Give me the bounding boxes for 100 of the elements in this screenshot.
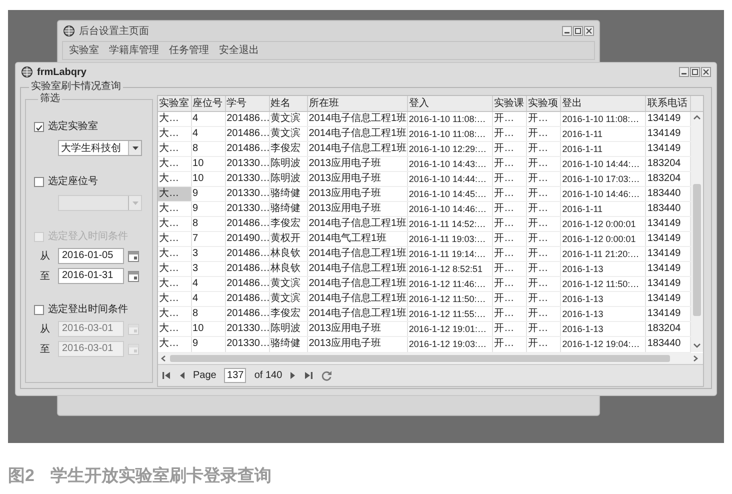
field-label: 至 (39, 270, 51, 284)
table-cell: 2016-1-11 (560, 142, 646, 157)
table-cell: 2016-1-10 11:08:… (560, 112, 646, 127)
table-cell: 大… (158, 322, 192, 337)
refresh-icon[interactable] (321, 370, 332, 381)
last-page-icon[interactable] (304, 370, 314, 380)
table-cell: 2014电子信息工程1班 (307, 306, 408, 322)
column-header[interactable]: 实验项 (526, 96, 561, 112)
column-header[interactable]: 登入 (407, 96, 493, 112)
window-title: frmLabqry (37, 66, 86, 80)
table-cell: 大… (158, 126, 192, 142)
calendar-icon[interactable] (128, 250, 139, 262)
table-cell: 2016-1-11 21:20:… (560, 246, 646, 262)
table-cell: 3 (191, 262, 226, 277)
table-cell: 183440 (646, 336, 691, 352)
figure-number: 图2 (8, 465, 34, 487)
table-cell: 10 (191, 172, 226, 187)
table-cell: 134149 (646, 262, 691, 277)
minimize-icon[interactable] (679, 67, 689, 77)
globe-icon (21, 66, 33, 78)
table-cell: 183440 (646, 186, 691, 202)
minimize-icon[interactable] (562, 26, 572, 36)
table-cell: 183204 (646, 322, 691, 337)
close-icon[interactable] (701, 67, 711, 77)
page-number-field[interactable]: 137 (224, 368, 246, 383)
table-cell: 2016-1-13 (560, 292, 646, 307)
table-cell: 开… (526, 216, 561, 232)
table-cell: 2016-1-11 14:52:… (407, 216, 493, 232)
column-header[interactable]: 联系电话 (646, 96, 691, 112)
table-cell: 2016-1-12 11:50:… (407, 292, 493, 307)
dropdown[interactable]: 大学生科技创 (58, 140, 142, 156)
table-cell: 开… (492, 292, 527, 307)
vertical-scrollbar[interactable] (691, 112, 703, 352)
table-cell: 2016-1-13 (560, 262, 646, 277)
column-header[interactable]: 所在班 (307, 96, 408, 112)
page-count: of 140 (254, 368, 282, 383)
table-cell: 开… (492, 142, 527, 157)
table-cell: 大… (158, 336, 192, 352)
checkbox[interactable] (34, 176, 44, 186)
column-header[interactable]: 学号 (225, 96, 270, 112)
figure-caption: 学生开放实验室刷卡登录查询 (50, 465, 272, 487)
table-cell: 陈明波 (269, 172, 308, 187)
close-icon[interactable] (584, 26, 594, 36)
table-cell: 开… (492, 186, 527, 202)
table-cell: 2016-1-10 14:44:… (407, 172, 493, 187)
menu-item[interactable]: 学籍库管理 (109, 43, 159, 58)
table-cell: 134149 (646, 292, 691, 307)
previous-page-icon[interactable] (179, 370, 185, 380)
table-cell: 开… (492, 216, 527, 232)
table-cell: 8 (191, 216, 226, 232)
table-cell: 9 (191, 186, 226, 202)
table-cell: 2016-1-12 0:00:01 (560, 232, 646, 247)
table-cell: 4 (191, 126, 226, 142)
table-cell: 2016-1-11 (560, 202, 646, 217)
menu-item[interactable]: 任务管理 (169, 43, 209, 58)
table-cell: 骆绮健 (269, 336, 308, 352)
table-cell: 李俊宏 (269, 306, 308, 322)
table-cell: 2014电子信息工程1班 (307, 246, 408, 262)
table-cell: 开… (526, 156, 561, 172)
table-cell: 开… (526, 322, 561, 337)
table-cell: 2016-1-10 14:46:… (407, 202, 493, 217)
column-header[interactable]: 实验室 (158, 96, 192, 112)
table-cell: 134149 (646, 276, 691, 292)
table-cell: 2014电子信息工程1班 (307, 142, 408, 157)
table-cell: 2016-1-11 19:14:… (407, 246, 493, 262)
table-cell: 2013应用电子班 (307, 156, 408, 172)
table-cell: 大… (158, 156, 192, 172)
first-page-icon[interactable] (162, 370, 171, 380)
table-cell: 开… (492, 202, 527, 217)
column-header[interactable]: 实验课 (492, 96, 527, 112)
table-cell: 开… (526, 186, 561, 202)
table-cell: 9 (191, 202, 226, 217)
table-cell: 大… (158, 292, 192, 307)
table-cell: 134149 (646, 142, 691, 157)
maximize-icon[interactable] (573, 26, 583, 36)
table-cell: 2013应用电子班 (307, 336, 408, 352)
table-cell: 10 (191, 156, 226, 172)
menu-item[interactable]: 实验室 (69, 43, 99, 58)
next-page-icon[interactable] (290, 370, 296, 380)
date-field[interactable]: 2016-01-05 (58, 248, 124, 264)
checkbox[interactable] (34, 122, 44, 132)
field-label: 至 (39, 342, 51, 356)
table-cell: 2016-1-12 0:00:01 (560, 216, 646, 232)
table-cell: 陈明波 (269, 156, 308, 172)
column-header[interactable]: 座位号 (191, 96, 226, 112)
column-header[interactable]: 登出 (560, 96, 646, 112)
checkbox-label: 选定实验室 (48, 120, 98, 134)
table-cell: 开… (492, 126, 527, 142)
calendar-icon[interactable] (128, 270, 139, 282)
table-cell: 林良钦 (269, 262, 308, 277)
maximize-icon[interactable] (690, 67, 700, 77)
table-cell: 4 (191, 276, 226, 292)
table-cell: 大… (158, 276, 192, 292)
column-header[interactable]: 姓名 (269, 96, 308, 112)
menu-item[interactable]: 安全退出 (219, 43, 259, 58)
table-cell: 183204 (646, 156, 691, 172)
checkbox[interactable] (34, 304, 44, 314)
table-cell: 李俊宏 (269, 216, 308, 232)
group-title: 实验室刷卡情况查询 (30, 81, 122, 92)
date-field[interactable]: 2016-01-31 (58, 268, 124, 284)
